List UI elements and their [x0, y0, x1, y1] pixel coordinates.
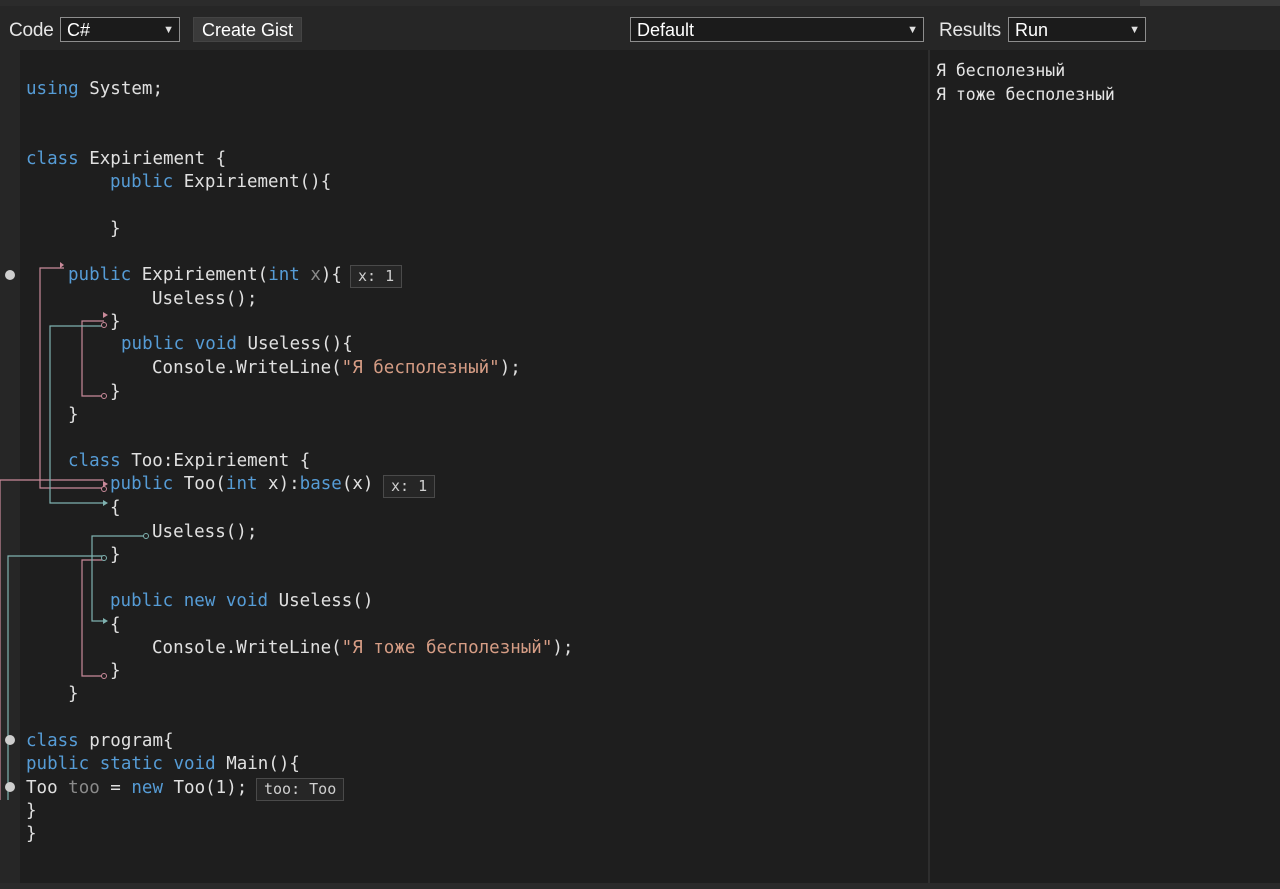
output-line: Я тоже бесполезный — [936, 85, 1115, 104]
run-select[interactable]: Run ▼ — [1008, 17, 1146, 42]
code-line: } — [110, 219, 121, 239]
code-line: { — [110, 498, 121, 518]
inline-value-hint: x: 1 — [383, 475, 436, 498]
run-select-value: Run — [1015, 20, 1049, 40]
results-label: Results — [939, 20, 1001, 41]
code-line: } — [110, 545, 121, 565]
code-line: } — [26, 824, 37, 844]
code-line: public Expiriement(){ — [110, 172, 332, 192]
code-line: } — [110, 382, 121, 402]
inline-value-hint: too: Too — [256, 778, 345, 801]
code-line: Console.WriteLine("Я тоже бесполезный"); — [152, 638, 574, 658]
code-line: class Expiriement { — [26, 149, 227, 169]
code-line: } — [110, 312, 121, 332]
code-line: Useless(); — [152, 522, 258, 542]
code-line: Too too = new Too(1); — [26, 778, 248, 798]
code-line: } — [68, 684, 79, 704]
code-line: public void Useless(){ — [121, 334, 353, 354]
code-line: public Too(int x):base(x) — [110, 474, 374, 494]
output-line: Я бесполезный — [936, 61, 1066, 80]
code-line: } — [110, 661, 121, 681]
code-line: using System; — [26, 79, 163, 99]
code-line: class Too:Expiriement { — [68, 451, 311, 471]
code-line: Useless(); — [152, 289, 258, 309]
results-panel — [930, 50, 1280, 883]
code-text: using System; class Expiriement { public… — [0, 0, 928, 889]
code-line: } — [68, 405, 79, 425]
code-line: } — [26, 801, 37, 821]
inline-value-hint: x: 1 — [350, 265, 403, 288]
code-line: public static void Main(){ — [26, 754, 300, 774]
code-line: class program{ — [26, 731, 174, 751]
chevron-down-icon: ▼ — [1129, 24, 1140, 36]
code-line: public Expiriement(int x){ — [68, 265, 342, 285]
code-line: Console.WriteLine("Я бесполезный"); — [152, 358, 521, 378]
code-line: { — [110, 615, 121, 635]
code-line: public new void Useless() — [110, 591, 374, 611]
